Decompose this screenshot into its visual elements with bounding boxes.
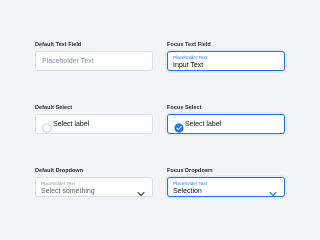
dropdown-floating-label: Placeholder Text bbox=[41, 181, 75, 186]
focus-text-field-heading: Focus Text Field bbox=[167, 42, 211, 48]
default-select-heading: Default Select bbox=[35, 105, 73, 111]
select-label: Select label bbox=[185, 121, 222, 128]
radio-unchecked-icon bbox=[42, 120, 52, 133]
focus-select[interactable]: Select label bbox=[167, 114, 285, 134]
focus-text-field[interactable]: Placeholder Text Input Text bbox=[167, 51, 285, 71]
default-dropdown-heading: Default Dropdown bbox=[35, 168, 84, 174]
default-text-field[interactable]: Placeholder Text bbox=[35, 51, 153, 71]
default-dropdown[interactable]: Placeholder Text Select something bbox=[35, 177, 153, 197]
focus-select-heading: Focus Select bbox=[167, 105, 202, 111]
chevron-down-icon bbox=[269, 184, 277, 202]
text-field-value: Input Text bbox=[173, 61, 204, 69]
select-label: Select label bbox=[53, 121, 90, 128]
dropdown-value: Selection bbox=[173, 187, 202, 195]
text-field-floating-label: Placeholder Text bbox=[173, 55, 207, 60]
focus-dropdown-heading: Focus Dropdown bbox=[167, 168, 213, 174]
check-circle-icon bbox=[174, 120, 184, 133]
dropdown-value: Select something bbox=[41, 187, 95, 195]
text-field-placeholder: Placeholder Text bbox=[42, 58, 94, 65]
focus-dropdown[interactable]: Placeholder Text Selection bbox=[167, 177, 285, 197]
default-text-field-heading: Default Text Field bbox=[35, 42, 82, 48]
chevron-down-icon bbox=[137, 184, 145, 202]
dropdown-floating-label: Placeholder Text bbox=[173, 181, 207, 186]
default-select[interactable]: Select label bbox=[35, 114, 153, 134]
